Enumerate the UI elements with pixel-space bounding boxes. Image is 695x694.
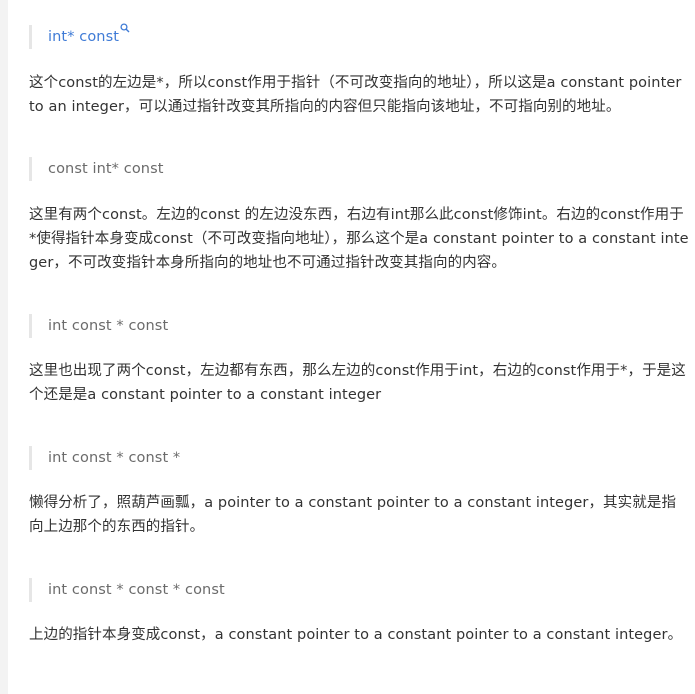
explanation-paragraph: 这里有两个const。左边的const 的左边没东西，右边有int那么此cons… [29, 207, 689, 271]
code-heading-text: const int* const [48, 161, 164, 177]
code-heading-int-const-star-const-star-const: int const * const * const [29, 578, 689, 602]
code-heading-text[interactable]: int* const [48, 29, 119, 45]
code-heading-int-const-star-const-star: int const * const * [29, 446, 689, 470]
explanation-paragraph: 上边的指针本身变成const，a constant pointer to a c… [29, 627, 683, 643]
code-heading-text: int const * const * [48, 450, 181, 466]
search-icon[interactable] [120, 17, 130, 41]
explanation-paragraph: 这个const的左边是*，所以const作用于指针（不可改变指向的地址），所以这… [29, 75, 682, 115]
code-heading-const-int-star-const: const int* const [29, 157, 689, 181]
code-heading-text: int const * const * const [48, 582, 225, 598]
left-rail [0, 0, 8, 694]
code-heading-text: int const * const [48, 318, 169, 334]
explanation-paragraph: 懒得分析了，照葫芦画瓢，a pointer to a constant poin… [29, 495, 677, 535]
code-heading-int-const-star-const: int const * const [29, 314, 689, 338]
code-heading-int-star-const[interactable]: int* const [29, 23, 689, 49]
explanation-paragraph: 这里也出现了两个const，左边都有东西，那么左边的const作用于int，右边… [29, 363, 686, 403]
article-content: int* const 这个const的左边是*，所以const作用于指针（不可改… [29, 0, 689, 647]
